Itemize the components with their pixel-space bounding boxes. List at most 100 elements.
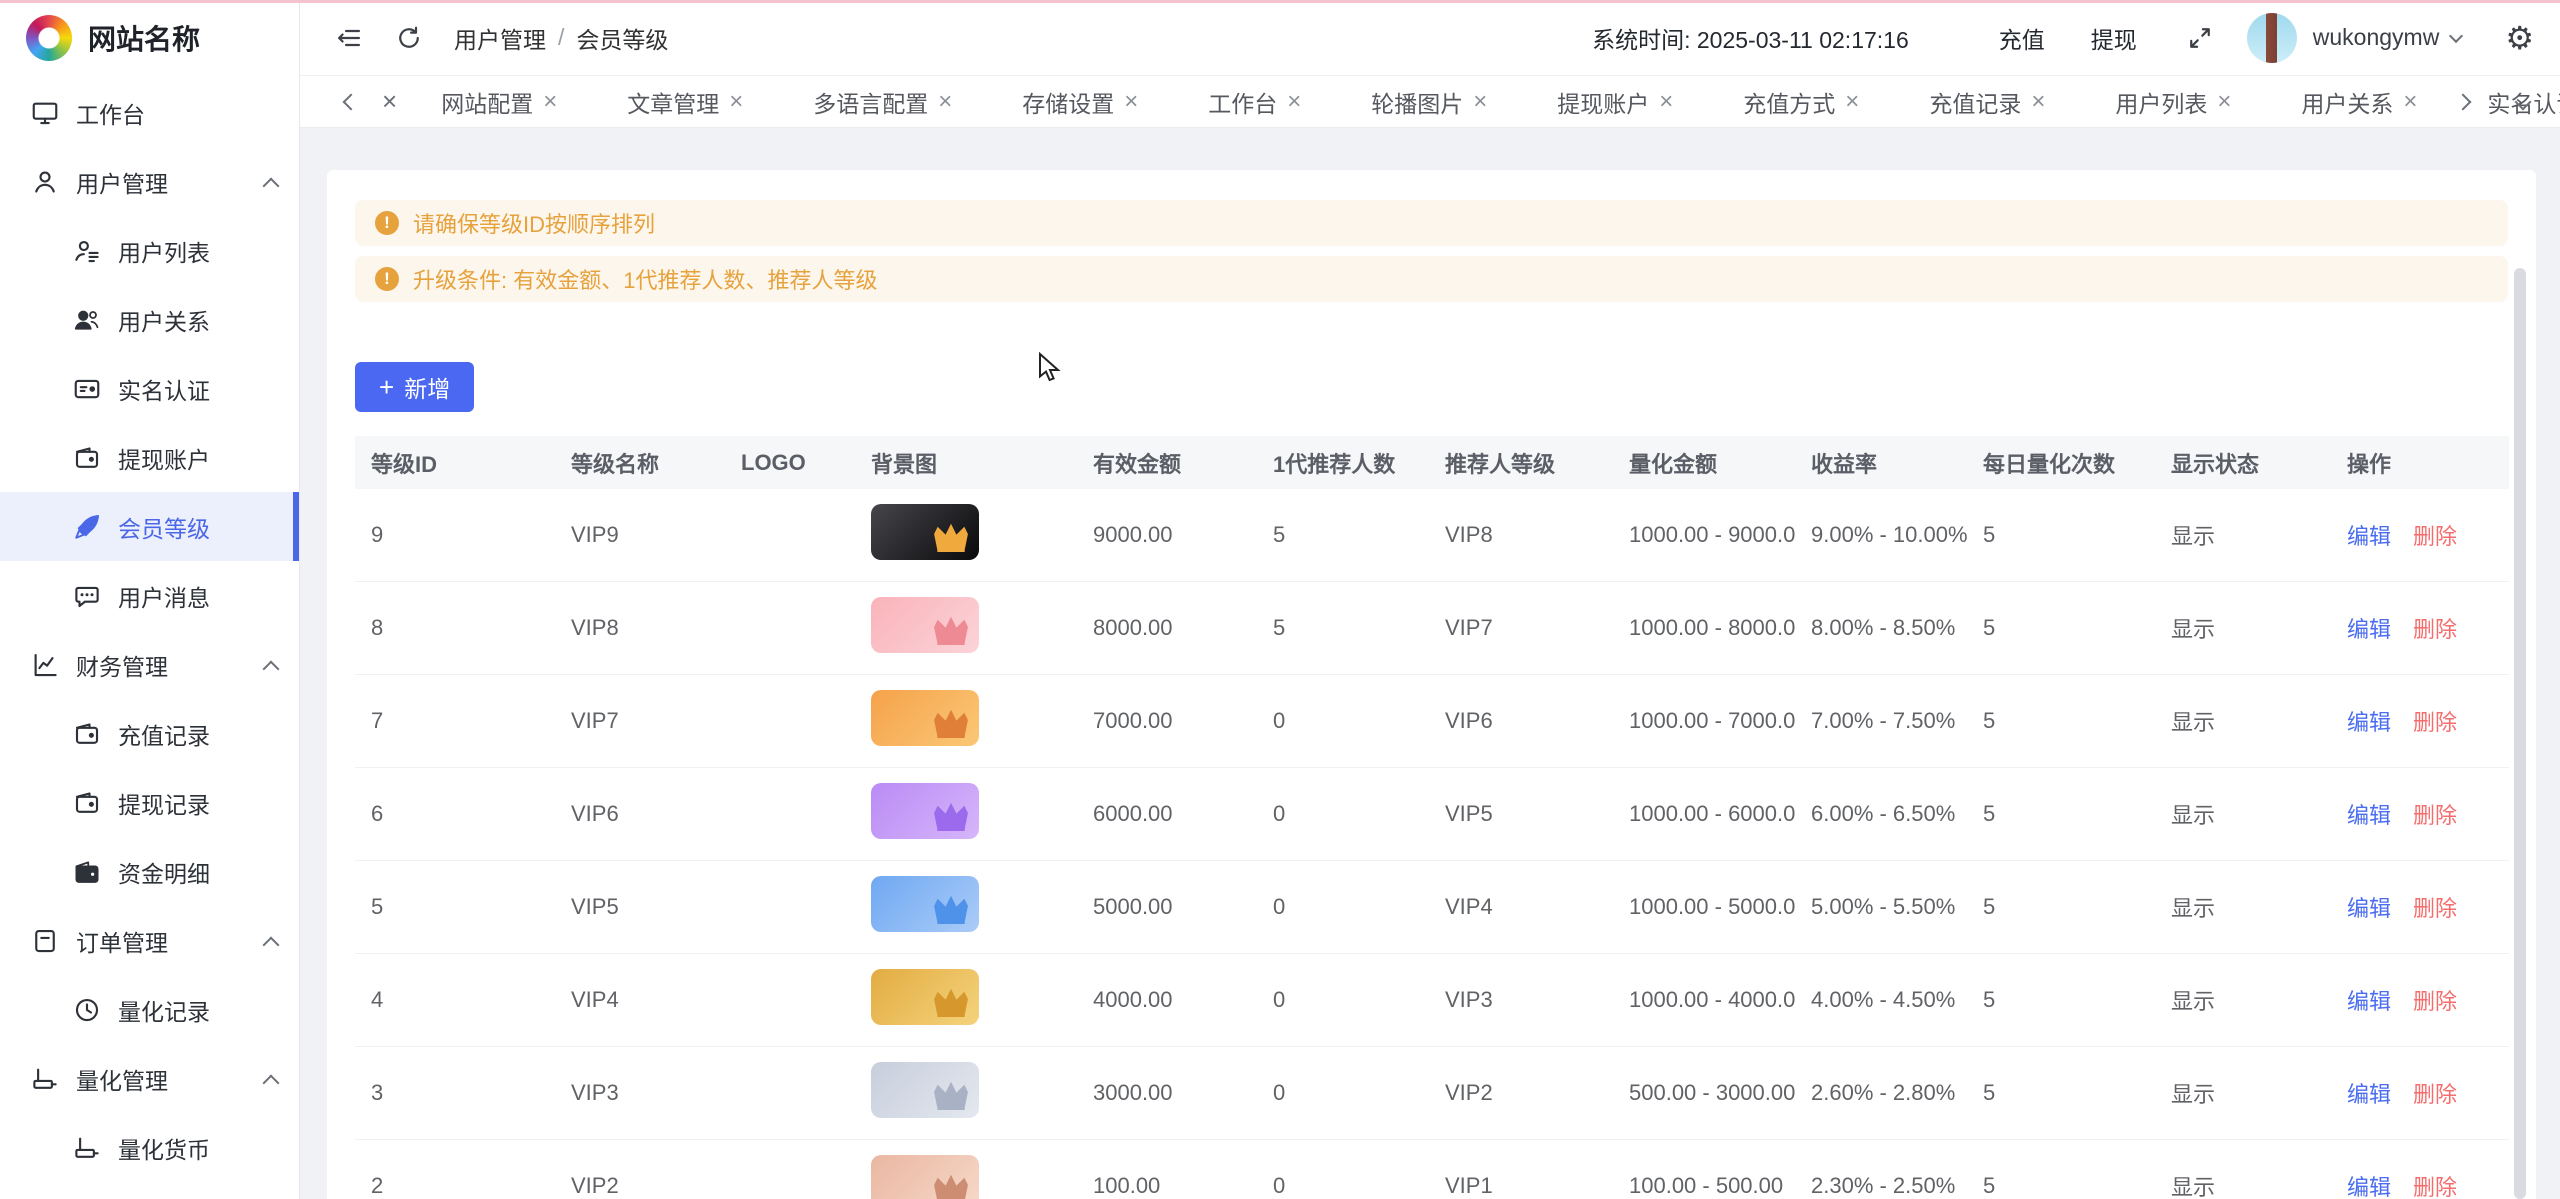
add-button[interactable]: + 新增 bbox=[355, 362, 474, 412]
tab[interactable]: 多语言配置 × bbox=[797, 78, 968, 126]
delete-link[interactable]: 删除 bbox=[2413, 705, 2457, 737]
tab[interactable]: 网站配置 × bbox=[425, 78, 573, 126]
sidebar-item-label: 用户关系 bbox=[118, 303, 210, 337]
sidebar-item[interactable]: 订单管理 bbox=[0, 906, 299, 975]
edit-link[interactable]: 编辑 bbox=[2347, 519, 2391, 551]
col-header: 每日量化次数 bbox=[1967, 447, 2155, 479]
system-time: 系统时间: 2025-03-11 02:17:16 bbox=[1592, 21, 1909, 55]
sidebar-item[interactable]: 用户关系 bbox=[0, 285, 299, 354]
avatar[interactable] bbox=[2247, 13, 2297, 63]
tab[interactable]: 用户列表 × bbox=[2099, 78, 2247, 126]
tabs-dropdown-icon[interactable] bbox=[2506, 85, 2540, 119]
edit-link[interactable]: 编辑 bbox=[2347, 1077, 2391, 1109]
refresh-icon[interactable] bbox=[392, 21, 426, 55]
cell-display-status: 显示 bbox=[2155, 891, 2331, 923]
delete-link[interactable]: 删除 bbox=[2413, 891, 2457, 923]
sidebar-item[interactable]: 用户消息 bbox=[0, 561, 299, 630]
tab[interactable]: 用户关系 × bbox=[2285, 78, 2433, 126]
level-background-card bbox=[871, 597, 979, 653]
tab-close-icon[interactable]: × bbox=[2403, 90, 2417, 114]
tab-close-icon[interactable]: × bbox=[1659, 90, 1673, 114]
fullscreen-icon[interactable] bbox=[2183, 21, 2217, 55]
sidebar-item[interactable]: 资金明细 bbox=[0, 837, 299, 906]
cell-referral-count: 0 bbox=[1257, 801, 1429, 827]
tab-close-icon[interactable]: × bbox=[1845, 90, 1859, 114]
sidebar-item[interactable]: 提现账户 bbox=[0, 423, 299, 492]
withdraw-link[interactable]: 提现 bbox=[2091, 21, 2137, 55]
sidebar-item[interactable]: 财务管理 bbox=[0, 630, 299, 699]
table-row: 7 VIP7 bbox=[355, 675, 2509, 768]
sidebar-item[interactable]: 用户列表 bbox=[0, 216, 299, 285]
cell-level-id: 3 bbox=[355, 1080, 555, 1106]
tab-close-icon[interactable]: × bbox=[1287, 90, 1301, 114]
delete-link[interactable]: 删除 bbox=[2413, 984, 2457, 1016]
sidebar: 网站名称 工作台 用户管理 用户列表 bbox=[0, 0, 300, 1199]
site-logo-icon bbox=[26, 15, 72, 61]
tab[interactable]: 充值方式 × bbox=[1727, 78, 1875, 126]
delete-link[interactable]: 删除 bbox=[2413, 1170, 2457, 1199]
cell-display-status: 显示 bbox=[2155, 984, 2331, 1016]
tab[interactable]: 文章管理 × bbox=[611, 78, 759, 126]
edit-link[interactable]: 编辑 bbox=[2347, 798, 2391, 830]
mini-crown-icon bbox=[933, 1173, 969, 1199]
tab-label: 提现账户 bbox=[1557, 85, 1649, 119]
sidebar-item-label: 工作台 bbox=[76, 96, 145, 130]
cell-display-status: 显示 bbox=[2155, 612, 2331, 644]
warning-alert: ! 升级条件: 有效金额、1代推荐人数、推荐人等级 bbox=[355, 256, 2508, 302]
edit-link[interactable]: 编辑 bbox=[2347, 984, 2391, 1016]
delete-link[interactable]: 删除 bbox=[2413, 612, 2457, 644]
cell-quant-amount: 100.00 - 500.00 bbox=[1613, 1173, 1795, 1199]
topbar: 用户管理 / 会员等级 系统时间: 2025-03-11 02:17:16 充值… bbox=[300, 0, 2560, 76]
tab-close-icon[interactable]: × bbox=[2217, 90, 2231, 114]
cell-actions: 编辑 删除 bbox=[2331, 519, 2509, 551]
sidebar-item[interactable]: 用户管理 bbox=[0, 147, 299, 216]
tab-close-icon[interactable]: × bbox=[729, 90, 743, 114]
sidebar-item[interactable]: 提现记录 bbox=[0, 768, 299, 837]
vertical-scrollbar[interactable] bbox=[2514, 268, 2526, 1199]
tab-label: 用户列表 bbox=[2115, 85, 2207, 119]
settings-gear-icon[interactable]: ⚙ bbox=[2505, 19, 2534, 57]
delete-link[interactable]: 删除 bbox=[2413, 519, 2457, 551]
tab-close-icon[interactable]: × bbox=[1124, 90, 1138, 114]
tab[interactable]: 存储设置 × bbox=[1006, 78, 1154, 126]
sidebar-item[interactable]: 充值记录 bbox=[0, 699, 299, 768]
tab[interactable]: 工作台 × bbox=[1192, 78, 1317, 126]
edit-link[interactable]: 编辑 bbox=[2347, 1170, 2391, 1199]
cell-rate: 6.00% - 6.50% bbox=[1795, 801, 1967, 827]
edit-link[interactable]: 编辑 bbox=[2347, 612, 2391, 644]
sidebar-item[interactable]: 工作台 bbox=[0, 78, 299, 147]
user-menu[interactable]: wukongymw bbox=[2313, 24, 2462, 51]
mini-crown-icon bbox=[933, 615, 969, 645]
breadcrumb-section[interactable]: 用户管理 bbox=[454, 21, 546, 55]
sidebar-item-label: 用户管理 bbox=[76, 165, 168, 199]
recharge-link[interactable]: 充值 bbox=[1999, 21, 2045, 55]
sidebar-item-label: 量化记录 bbox=[118, 993, 210, 1027]
tabs-scroll-right-icon[interactable] bbox=[2446, 85, 2480, 119]
sidebar-item[interactable]: 量化货币 bbox=[0, 1113, 299, 1182]
tab-close-icon[interactable]: × bbox=[2031, 90, 2045, 114]
tabs-scroll-left-icon[interactable] bbox=[334, 85, 368, 119]
tabs-close-icon[interactable]: × bbox=[382, 86, 397, 117]
sidebar-menu: 工作台 用户管理 用户列表 用户关系 bbox=[0, 76, 299, 1182]
edit-link[interactable]: 编辑 bbox=[2347, 891, 2391, 923]
tab[interactable]: 轮播图片 × bbox=[1355, 78, 1503, 126]
tab-close-icon[interactable]: × bbox=[1473, 90, 1487, 114]
menu-fold-icon[interactable] bbox=[332, 21, 366, 55]
sidebar-item[interactable]: 实名认证 bbox=[0, 354, 299, 423]
edit-link[interactable]: 编辑 bbox=[2347, 705, 2391, 737]
tab-close-icon[interactable]: × bbox=[938, 90, 952, 114]
tab[interactable]: 提现账户 × bbox=[1541, 78, 1689, 126]
cell-referrer-level: VIP4 bbox=[1429, 894, 1613, 920]
sidebar-item[interactable]: 量化管理 bbox=[0, 1044, 299, 1113]
tab[interactable]: 充值记录 × bbox=[1913, 78, 2061, 126]
tab-close-icon[interactable]: × bbox=[543, 90, 557, 114]
cell-level-id: 7 bbox=[355, 708, 555, 734]
tabbar: × 网站配置 × 文章管理 × bbox=[300, 76, 2560, 128]
cell-actions: 编辑 删除 bbox=[2331, 984, 2509, 1016]
content-card: ! 请确保等级ID按顺序排列 ! 升级条件: 有效金额、1代推荐人数、推荐人等级… bbox=[327, 170, 2536, 1199]
sidebar-item[interactable]: 量化记录 bbox=[0, 975, 299, 1044]
sidebar-item[interactable]: 会员等级 bbox=[0, 492, 299, 561]
delete-link[interactable]: 删除 bbox=[2413, 798, 2457, 830]
tab-label: 充值方式 bbox=[1743, 85, 1835, 119]
delete-link[interactable]: 删除 bbox=[2413, 1077, 2457, 1109]
